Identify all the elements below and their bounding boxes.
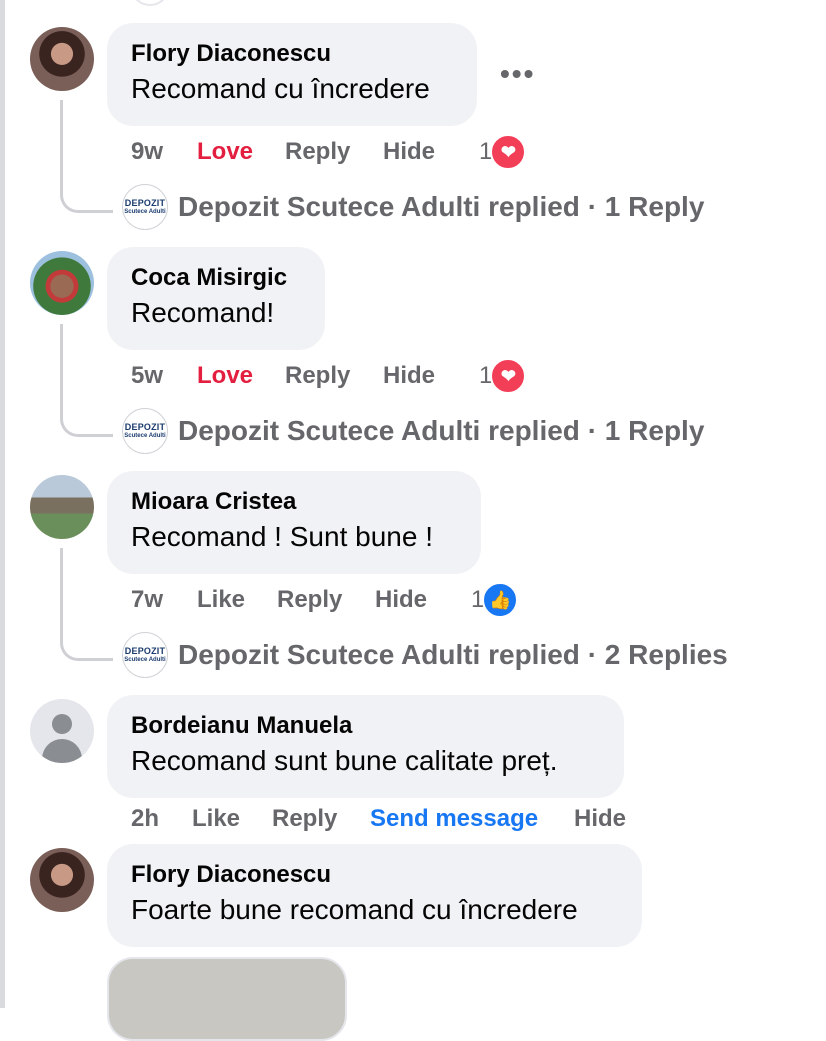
thread-line (60, 324, 113, 437)
page-avatar: DEPOZIT Scutece Adulti (122, 632, 168, 678)
reaction-summary[interactable]: 1 👍 (471, 582, 519, 618)
love-button[interactable]: Love (197, 138, 285, 166)
replies-summary[interactable]: Depozit Scutece Adulti replied · 1 Reply (178, 191, 704, 223)
reaction-summary[interactable]: 1 ❤ (479, 358, 527, 394)
comment-actions: 9w Love Reply Hide 1 ❤ (131, 134, 527, 170)
comment-image[interactable] (107, 957, 347, 1041)
hide-button[interactable]: Hide (383, 138, 479, 166)
avatar[interactable] (30, 848, 94, 912)
like-button[interactable]: Like (197, 586, 277, 614)
love-button[interactable]: Love (197, 362, 285, 390)
comment-bubble: Mioara Cristea Recomand ! Sunt bune ! (107, 471, 481, 574)
comment-bubble: Flory Diaconescu Foarte bune recomand cu… (107, 844, 642, 947)
default-avatar-icon[interactable] (30, 699, 94, 763)
view-replies-link[interactable]: DEPOZIT Scutece Adulti Depozit Scutece A… (122, 632, 728, 678)
comment-bubble: Bordeianu Manuela Recomand sunt bune cal… (107, 695, 624, 798)
page-avatar: DEPOZIT Scutece Adulti (122, 184, 168, 230)
comment-text: Recomand cu încredere (131, 73, 430, 104)
thread-line (60, 548, 113, 661)
previous-avatar-stub (130, 0, 170, 6)
comment-author[interactable]: Flory Diaconescu (131, 39, 453, 69)
send-message-link[interactable]: Send message (370, 805, 574, 833)
comment-bubble: Coca Misirgic Recomand! (107, 247, 325, 350)
comment-time[interactable]: 9w (131, 138, 197, 166)
replies-summary[interactable]: Depozit Scutece Adulti replied · 2 Repli… (178, 639, 728, 671)
avatar[interactable] (30, 251, 94, 315)
replies-summary[interactable]: Depozit Scutece Adulti replied · 1 Reply (178, 415, 704, 447)
reply-button[interactable]: Reply (285, 138, 383, 166)
left-border (0, 0, 5, 1008)
comment-author[interactable]: Coca Misirgic (131, 263, 301, 293)
hide-button[interactable]: Hide (375, 586, 471, 614)
comment-text: Recomand! (131, 297, 275, 328)
comment-text: Recomand sunt bune calitate preț. (131, 745, 558, 776)
hide-button[interactable]: Hide (574, 805, 670, 833)
reply-button[interactable]: Reply (277, 586, 375, 614)
thread-line (60, 100, 113, 213)
comment-time[interactable]: 5w (131, 362, 197, 390)
comment-actions: 5w Love Reply Hide 1 ❤ (131, 358, 527, 394)
heart-icon: ❤ (490, 134, 527, 170)
comment-time[interactable]: 7w (131, 586, 197, 614)
hide-button[interactable]: Hide (383, 362, 479, 390)
thumbs-up-icon: 👍 (482, 582, 519, 618)
comment-time[interactable]: 2h (131, 805, 192, 833)
view-replies-link[interactable]: DEPOZIT Scutece Adulti Depozit Scutece A… (122, 408, 704, 454)
like-button[interactable]: Like (192, 805, 272, 833)
comment-bubble: Flory Diaconescu Recomand cu încredere (107, 23, 477, 126)
comment-author[interactable]: Bordeianu Manuela (131, 711, 600, 741)
reply-button[interactable]: Reply (285, 362, 383, 390)
avatar[interactable] (30, 27, 94, 91)
comment-actions: 2h Like Reply Send message Hide (131, 801, 670, 837)
comment-text: Foarte bune recomand cu încredere (131, 894, 578, 925)
comment-author[interactable]: Mioara Cristea (131, 487, 457, 517)
reply-button[interactable]: Reply (272, 805, 370, 833)
more-options-icon[interactable]: ••• (500, 58, 535, 90)
view-replies-link[interactable]: DEPOZIT Scutece Adulti Depozit Scutece A… (122, 184, 704, 230)
avatar[interactable] (30, 475, 94, 539)
heart-icon: ❤ (490, 358, 527, 394)
comment-actions: 7w Like Reply Hide 1 👍 (131, 582, 519, 618)
page-avatar: DEPOZIT Scutece Adulti (122, 408, 168, 454)
comment-text: Recomand ! Sunt bune ! (131, 521, 433, 552)
reaction-summary[interactable]: 1 ❤ (479, 134, 527, 170)
comment-author[interactable]: Flory Diaconescu (131, 860, 618, 890)
